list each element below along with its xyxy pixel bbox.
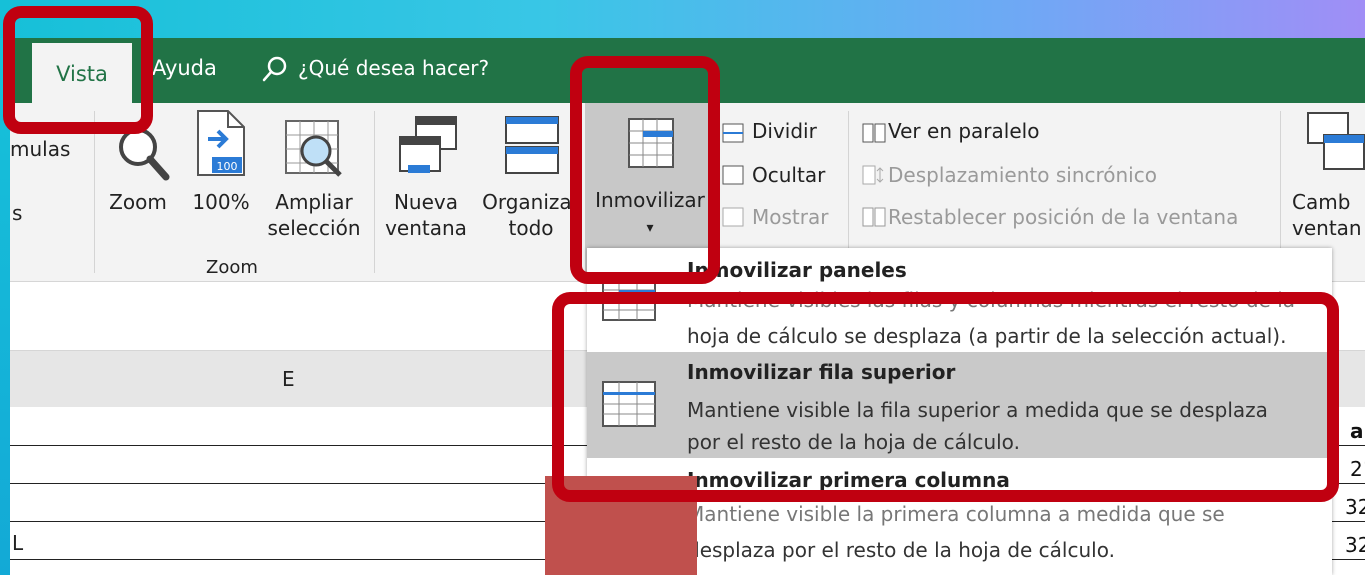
zoom-100-button[interactable]: 100% (186, 189, 256, 215)
switch-windows-icon (1307, 112, 1365, 170)
menu-item-desc: Mantiene visible la primera columna a me… (687, 502, 1225, 526)
side-by-side-icon (862, 123, 886, 143)
hide-button[interactable]: Ocultar (752, 163, 825, 187)
highlight-box-freeze-top-row (552, 292, 1339, 502)
zoom-button-label: Zoom (109, 190, 167, 214)
sync-scroll-button[interactable]: Desplazamiento sincrónico (888, 163, 1157, 187)
new-window-button[interactable]: Nueva ventana (384, 189, 468, 241)
cell-text: 21 (1350, 457, 1365, 481)
cell-text: 320 (1345, 495, 1365, 519)
new-window-line1: Nueva (393, 190, 459, 214)
group-separator (94, 111, 95, 273)
highlight-box-freeze-button (570, 56, 720, 284)
tell-me-search[interactable]: ¿Qué desea hacer? (298, 56, 489, 80)
new-window-line2: ventana (385, 216, 467, 240)
cell-text: L (12, 531, 24, 555)
reset-window-position-button[interactable]: Restablecer posición de la ventana (888, 205, 1238, 229)
new-window-icon (399, 116, 457, 173)
partial-label-s[interactable]: s (12, 201, 22, 225)
highlight-box-vista-tab (3, 6, 153, 134)
cell-text: a (1350, 419, 1364, 443)
split-icon (722, 123, 744, 143)
zoom-100-icon: 100 (197, 110, 245, 176)
search-icon[interactable] (260, 54, 290, 84)
group-separator (374, 111, 375, 273)
zoom-selection-button[interactable]: Ampliar selección (264, 189, 364, 241)
zoom-button[interactable]: Zoom (104, 189, 172, 215)
switch-windows-line1: Camb (1292, 190, 1351, 214)
background-gradient (0, 0, 1365, 38)
cell-text: 320 (1345, 533, 1365, 557)
tab-ayuda[interactable]: Ayuda (152, 56, 217, 80)
unhide-button[interactable]: Mostrar (752, 205, 828, 229)
unhide-window-icon (722, 207, 744, 227)
sync-scroll-icon (862, 165, 884, 185)
zoom-100-label: 100% (192, 190, 250, 214)
arrange-all-icon (505, 116, 559, 174)
switch-windows-line2: ventan (1292, 216, 1362, 240)
hide-window-icon (722, 165, 744, 185)
formulas-partial-label[interactable]: mulas (10, 137, 70, 161)
zoom-group-label: Zoom (206, 257, 258, 278)
zoom-selection-line2: selección (267, 216, 361, 240)
switch-windows-button[interactable]: Camb ventan (1292, 189, 1365, 241)
tell-me-placeholder: ¿Qué desea hacer? (298, 56, 490, 80)
reset-position-icon (862, 207, 886, 227)
split-button[interactable]: Dividir (752, 119, 817, 143)
tab-ayuda-label: Ayuda (152, 56, 217, 80)
view-side-by-side-button[interactable]: Ver en paralelo (888, 119, 1039, 143)
zoom-selection-line1: Ampliar (275, 190, 353, 214)
zoom-selection-icon (285, 120, 342, 177)
zoom-100-badge: 100 (217, 160, 238, 173)
column-header-e[interactable]: E (282, 367, 295, 391)
menu-item-desc: desplaza por el resto de la hoja de cálc… (687, 538, 1115, 562)
